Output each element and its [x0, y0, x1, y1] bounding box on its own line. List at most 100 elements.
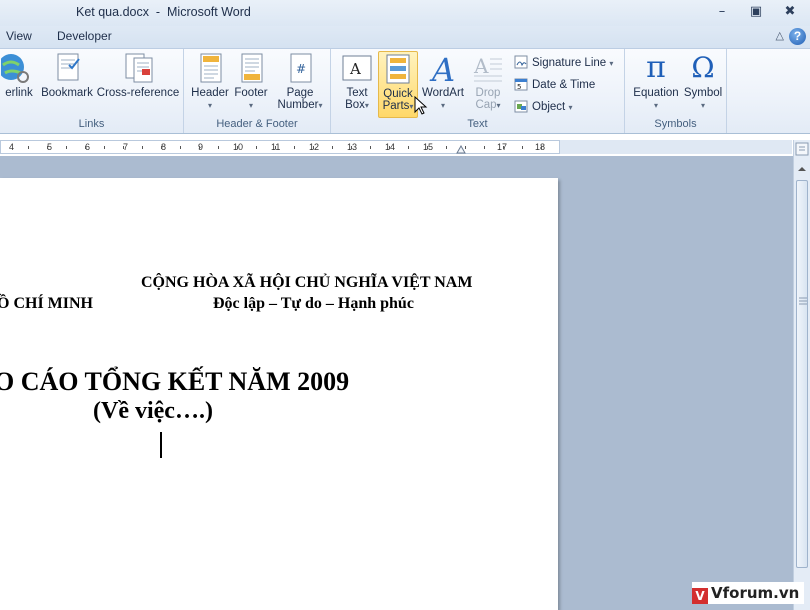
drop-cap-button[interactable]: A Drop Cap▾	[469, 51, 507, 112]
ruler-tick	[180, 146, 181, 149]
ruler-tick	[446, 146, 447, 149]
group-symbols: π Equation ▾ Ω Symbol ▾ Symbols	[625, 49, 727, 133]
quick-parts-label-2: Parts	[382, 100, 410, 112]
hyperlink-button[interactable]: erlink	[0, 51, 38, 99]
wordart-icon: A	[425, 51, 461, 89]
close-button[interactable]: ✖	[780, 4, 800, 20]
ruler-tick	[28, 146, 29, 149]
group-header-footer-label: Header & Footer	[216, 118, 298, 130]
header-label: Header	[191, 87, 229, 99]
doc-line-republic: CỘNG HÒA XÃ HỘI CHỦ NGHĨA VIỆT NAM	[141, 274, 473, 291]
group-text-label: Text	[467, 118, 488, 130]
ruler-tick	[332, 146, 333, 149]
object-button[interactable]: Object ▾	[514, 99, 572, 113]
ruler-number: 14	[385, 142, 396, 152]
ruler-number: 13	[347, 142, 358, 152]
wordart-dropdown-icon: ▾	[440, 101, 445, 110]
ruler-tick	[465, 146, 466, 149]
signature-line-icon	[514, 55, 529, 69]
scroll-up-icon[interactable]	[796, 164, 808, 174]
mouse-pointer-icon	[414, 96, 428, 115]
signature-line-label: Signature Line	[532, 57, 607, 69]
pi-icon: π	[646, 50, 666, 85]
help-icon[interactable]: ?	[789, 28, 806, 45]
bookmark-label: Bookmark	[41, 87, 93, 99]
group-header-footer: Header ▾ Footer ▾ # Page Number▾ Header & F…	[184, 49, 331, 133]
group-links: erlink Bookmark Cross-reference Links	[0, 49, 184, 133]
vertical-scrollbar[interactable]	[793, 140, 810, 610]
text-box-button[interactable]: A Text Box▾	[337, 51, 377, 112]
svg-text:A: A	[349, 60, 361, 78]
ruler-tick	[313, 146, 314, 149]
ruler-tick	[123, 146, 124, 149]
watermark: V Vforum.vn	[692, 582, 804, 604]
ruler-tick	[256, 146, 257, 149]
ruler-margin-area	[560, 140, 792, 154]
restore-button[interactable]: ▣	[746, 4, 766, 20]
ruler-tick	[408, 146, 409, 149]
ruler-tick	[142, 146, 143, 149]
drop-cap-icon: A	[470, 51, 506, 85]
symbol-button[interactable]: Ω Symbol ▾	[683, 51, 723, 112]
cross-reference-button[interactable]: Cross-reference	[96, 51, 180, 99]
text-cursor	[160, 432, 162, 458]
footer-button[interactable]: Footer ▾	[232, 51, 270, 112]
quick-parts-button[interactable]: Quick Parts▾	[378, 51, 418, 118]
date-time-button[interactable]: 5 Date & Time	[514, 77, 595, 91]
ruler-number: 10	[233, 142, 244, 152]
equation-button[interactable]: π Equation ▾	[629, 51, 683, 112]
ruler-tick	[218, 146, 219, 149]
footer-icon	[233, 51, 269, 85]
doc-heading: O CÁO TỔNG KẾT NĂM 2009	[0, 367, 350, 396]
text-box-label-2: Box	[345, 99, 365, 111]
equation-label: Equation	[633, 87, 679, 99]
watermark-text: Vforum.vn	[711, 584, 800, 602]
ruler-tick	[294, 146, 295, 149]
object-icon	[514, 99, 529, 113]
text-box-label: Text	[346, 87, 368, 99]
doc-line-city: Ồ CHÍ MINH	[0, 295, 93, 312]
ruler-tick	[104, 146, 105, 149]
cross-reference-label: Cross-reference	[96, 87, 180, 99]
minimize-ribbon-icon[interactable]: △	[776, 29, 784, 42]
hyperlink-label: erlink	[5, 87, 33, 99]
calendar-icon: 5	[514, 77, 529, 91]
bookmark-button[interactable]: Bookmark	[40, 51, 94, 99]
drop-cap-dropdown-icon: ▾	[496, 101, 501, 110]
horizontal-ruler[interactable]: 4 5 6 7 8 9 10 11 12 13 14 15 17 18	[0, 140, 560, 154]
text-box-icon: A	[339, 51, 375, 85]
globe-icon	[0, 51, 37, 85]
date-time-label: Date & Time	[532, 79, 596, 91]
minimize-button[interactable]: –	[712, 4, 732, 20]
group-symbols-label: Symbols	[654, 118, 697, 130]
scrollbar-thumb[interactable]	[796, 180, 808, 568]
page-number-dropdown-icon: ▾	[318, 101, 323, 110]
signature-line-button[interactable]: Signature Line ▾	[514, 55, 613, 69]
svg-text:5: 5	[517, 83, 521, 91]
ruler-tick	[275, 146, 276, 149]
document-page[interactable]: CỘNG HÒA XÃ HỘI CHỦ NGHĨA VIỆT NAM Ồ CHÍ…	[0, 178, 558, 610]
page-number-button[interactable]: # Page Number▾	[274, 51, 326, 112]
header-icon	[192, 51, 228, 85]
view-ruler-icon[interactable]	[795, 142, 809, 156]
ruler-tick	[370, 146, 371, 149]
title-bar: Ket qua.docx - Microsoft Word – ▣ ✖	[0, 0, 810, 26]
ribbon-tab-row: View Developer △ ?	[0, 26, 810, 48]
ruler-tick	[85, 146, 86, 149]
header-dropdown-icon: ▾	[207, 101, 212, 110]
bookmark-icon	[49, 51, 85, 85]
ruler-tick	[47, 146, 48, 149]
page-number-icon: #	[282, 51, 318, 85]
wordart-label: WordArt	[422, 87, 464, 99]
grip-icon	[799, 297, 807, 305]
ruler-tick	[351, 146, 352, 149]
tab-developer[interactable]: Developer	[57, 29, 112, 43]
header-button[interactable]: Header ▾	[190, 51, 230, 112]
ruler-number: 18	[535, 142, 546, 152]
drop-cap-label: Drop	[475, 87, 501, 99]
group-links-label: Links	[78, 118, 105, 130]
signature-line-dropdown-icon: ▾	[609, 59, 614, 68]
tab-view[interactable]: View	[6, 29, 32, 43]
vforum-logo-icon: V	[692, 588, 708, 604]
equation-dropdown-icon: ▾	[653, 101, 658, 110]
